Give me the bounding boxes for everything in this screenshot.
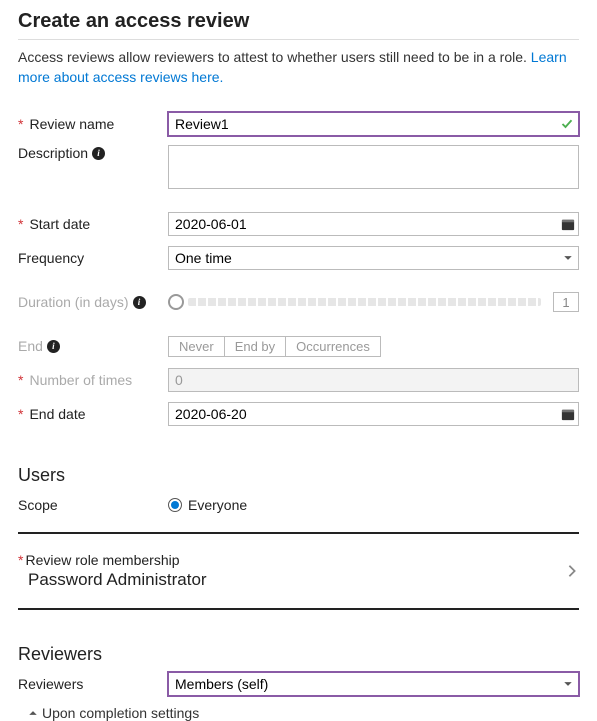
divider — [18, 39, 579, 40]
info-icon[interactable]: i — [133, 296, 146, 309]
description-label: Description i — [18, 145, 168, 161]
duration-label: Duration (in days) i — [18, 294, 168, 310]
reviewers-label: Reviewers — [18, 676, 168, 692]
subtext-text: Access reviews allow reviewers to attest… — [18, 49, 527, 65]
num-times-input — [168, 368, 579, 392]
num-times-label: *Number of times — [18, 372, 168, 388]
review-name-label: *Review name — [18, 116, 168, 132]
end-date-label: *End date — [18, 406, 168, 422]
info-icon[interactable]: i — [92, 147, 105, 160]
upon-completion-expander[interactable]: Upon completion settings — [18, 705, 579, 721]
description-input[interactable] — [168, 145, 579, 189]
chevron-up-icon — [28, 708, 38, 718]
role-label: Review role membership — [25, 552, 179, 568]
duration-value-box: 1 — [553, 292, 579, 312]
end-option-endby[interactable]: End by — [224, 336, 286, 357]
duration-slider-track[interactable] — [188, 298, 541, 306]
page-title: Create an access review — [18, 10, 579, 33]
end-option-occurrences[interactable]: Occurrences — [285, 336, 381, 357]
frequency-label: Frequency — [18, 250, 168, 266]
scope-radio-label: Everyone — [188, 497, 247, 513]
end-date-input[interactable] — [168, 402, 579, 426]
start-date-label: *Start date — [18, 216, 168, 232]
review-name-input[interactable] — [168, 112, 579, 136]
calendar-icon[interactable] — [561, 217, 575, 231]
end-label: End i — [18, 338, 168, 354]
page-subtext: Access reviews allow reviewers to attest… — [18, 48, 579, 87]
info-icon[interactable]: i — [47, 340, 60, 353]
reviewers-select[interactable]: Members (self) — [168, 672, 579, 696]
end-segment-group: Never End by Occurrences — [168, 336, 381, 357]
divider-dark — [18, 532, 579, 534]
duration-slider-thumb[interactable] — [168, 294, 184, 310]
start-date-input[interactable] — [168, 212, 579, 236]
calendar-icon[interactable] — [561, 407, 575, 421]
divider-dark — [18, 608, 579, 610]
scope-label: Scope — [18, 497, 168, 513]
users-section-title: Users — [18, 465, 579, 486]
scope-radio-everyone[interactable] — [168, 498, 182, 512]
end-option-never[interactable]: Never — [168, 336, 225, 357]
role-membership-row[interactable]: *Review role membership Password Adminis… — [18, 548, 579, 594]
frequency-select[interactable]: One time — [168, 246, 579, 270]
chevron-right-icon — [565, 564, 579, 578]
reviewers-section-title: Reviewers — [18, 644, 579, 665]
role-value: Password Administrator — [18, 570, 207, 590]
